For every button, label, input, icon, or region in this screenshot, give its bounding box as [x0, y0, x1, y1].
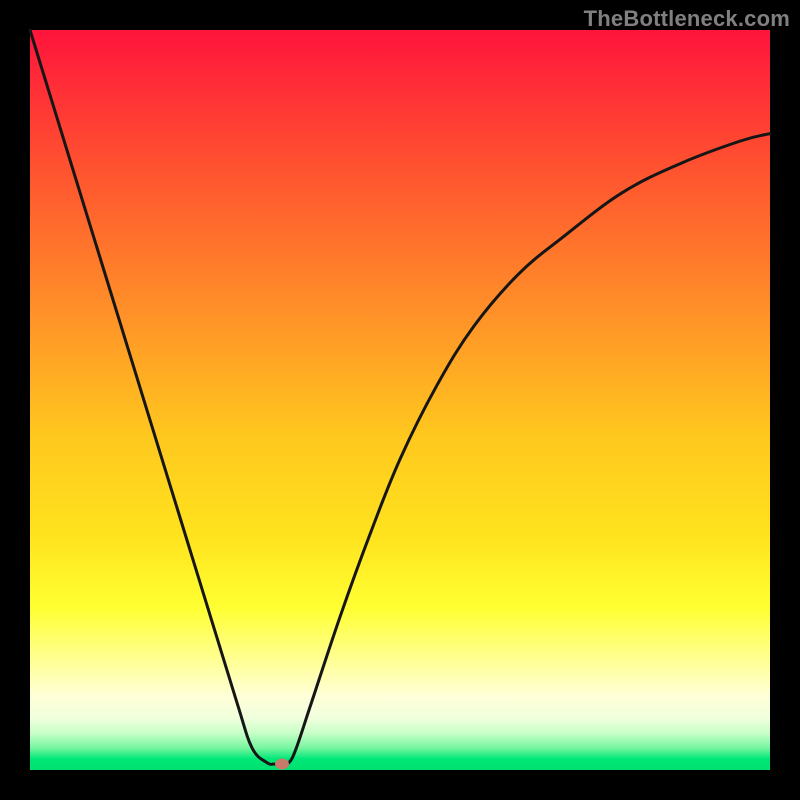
minimum-marker: [275, 759, 289, 770]
watermark-text: TheBottleneck.com: [584, 6, 790, 32]
bottleneck-curve: [30, 30, 770, 764]
curve-svg: [30, 30, 770, 770]
plot-area: [30, 30, 770, 770]
chart-frame: TheBottleneck.com: [0, 0, 800, 800]
